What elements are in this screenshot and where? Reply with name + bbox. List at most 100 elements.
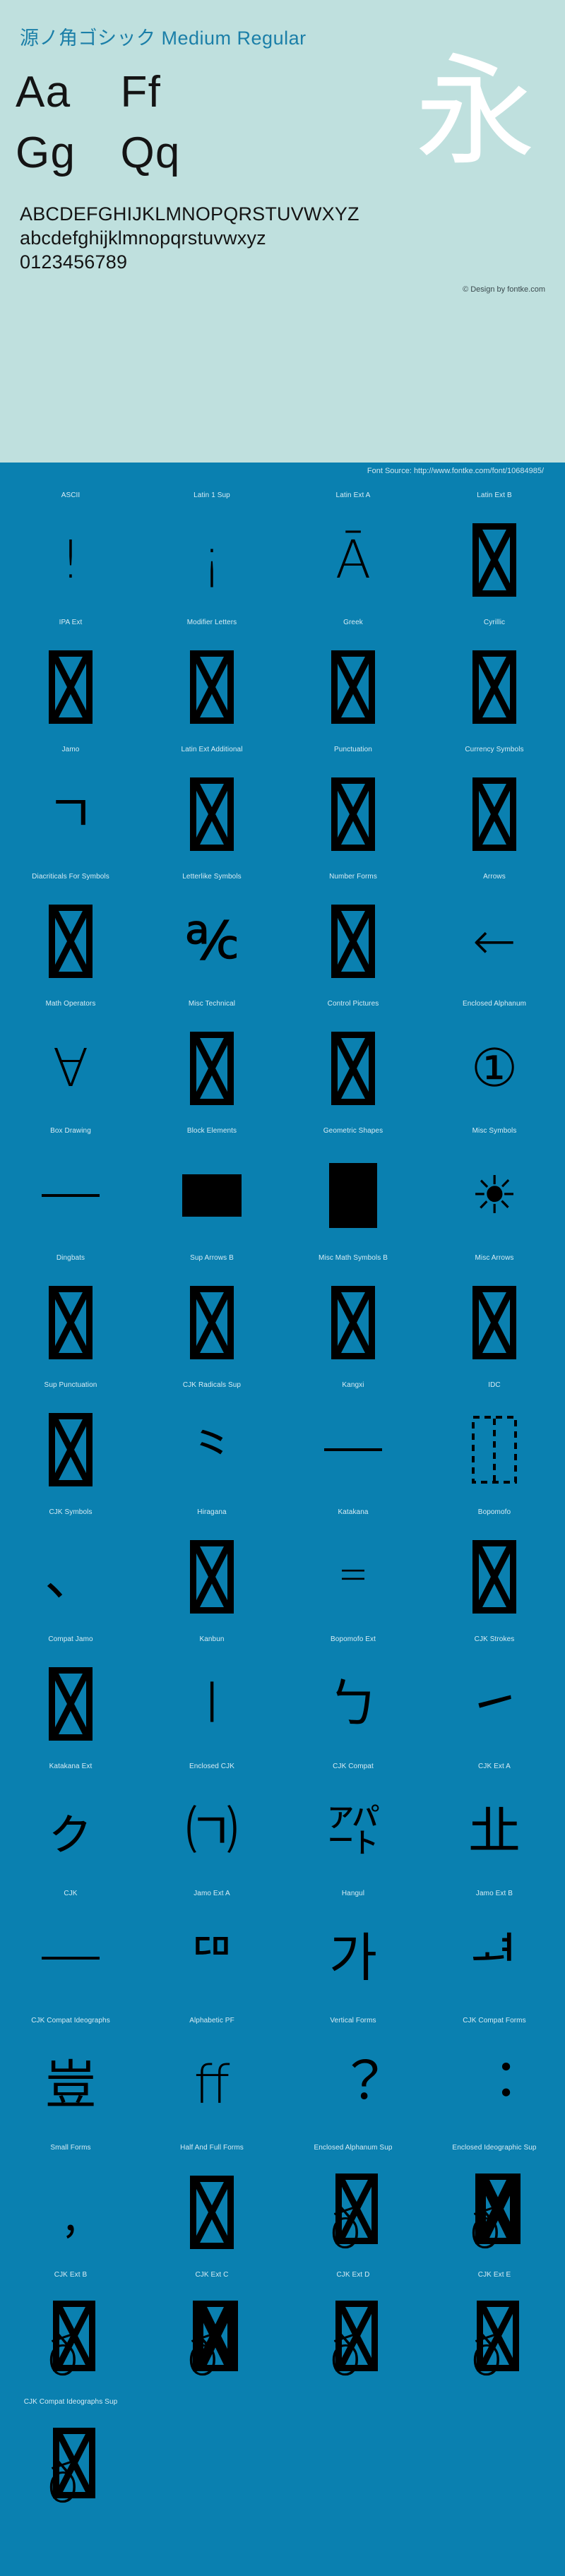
block-cell-currency-symbols[interactable]: Currency Symbols xyxy=(424,738,565,865)
block-cell-alphabetic-pf[interactable]: Alphabetic PF ﬀ xyxy=(141,2009,282,2136)
block-cell-katakana[interactable]: Katakana ゠ xyxy=(282,1501,424,1628)
block-cell-block-elements[interactable]: Block Elements xyxy=(141,1119,282,1246)
block-row: CJK Jamo Ext A ꥠ Hangul 가 Jamo Ext B ힰ xyxy=(0,1882,565,2009)
alphabet-lowercase: abcdefghijklmnopqrstuvwxyz xyxy=(20,227,266,249)
block-label: Currency Symbols xyxy=(465,746,524,753)
block-cell-cyrillic[interactable]: Cyrillic xyxy=(424,611,565,738)
block-label: Box Drawing xyxy=(50,1127,91,1135)
missing-glyph-box xyxy=(49,1286,93,1359)
block-cell-cjk-ext-a[interactable]: CJK Ext A 㐀 xyxy=(424,1755,565,1882)
block-cell-cjk-ext-c[interactable]: CJK Ext C ð xyxy=(141,2263,282,2390)
glyph-cluster: ð xyxy=(328,2301,379,2388)
block-cell-ascii[interactable]: ASCII! xyxy=(0,484,141,611)
block-cell-dingbats[interactable]: Dingbats xyxy=(0,1246,141,1373)
sample-glyph: Ā xyxy=(335,530,371,590)
block-sample-glyph xyxy=(285,763,421,865)
missing-glyph-box xyxy=(190,1032,234,1105)
horizontal-rule-glyph xyxy=(42,1194,100,1197)
block-cell-compat-jamo[interactable]: Compat Jamo xyxy=(0,1628,141,1755)
block-sample-glyph: ㈀ xyxy=(144,1780,280,1882)
block-sample-glyph xyxy=(285,890,421,992)
block-cell-letterlike-symbols[interactable]: Letterlike Symbols ℀ xyxy=(141,865,282,992)
block-cell-jamo[interactable]: Jamo ㄱ xyxy=(0,738,141,865)
block-label: Number Forms xyxy=(329,873,377,881)
block-cell-hiragana[interactable]: Hiragana xyxy=(141,1501,282,1628)
block-cell-enclosed-alphanum-sup[interactable]: Enclosed Alphanum Sup ð xyxy=(282,2136,424,2263)
block-label: Enclosed Alphanum Sup xyxy=(314,2144,393,2152)
block-sample-glyph xyxy=(144,1145,280,1246)
block-cell-box-drawing[interactable]: Box Drawing xyxy=(0,1119,141,1246)
sample-glyph: ㇀ xyxy=(468,1674,521,1734)
block-cell-greek[interactable]: Greek xyxy=(282,611,424,738)
block-cell-enclosed-alphanum[interactable]: Enclosed Alphanum ① xyxy=(424,992,565,1119)
block-cell-number-forms[interactable]: Number Forms xyxy=(282,865,424,992)
block-cell-geometric-shapes[interactable]: Geometric Shapes xyxy=(282,1119,424,1246)
block-sample-glyph xyxy=(3,1907,138,2009)
block-cell-misc-arrows[interactable]: Misc Arrows xyxy=(424,1246,565,1373)
block-cell-latin-ext-a[interactable]: Latin Ext A Ā xyxy=(282,484,424,611)
block-cell-cjk-radicals-sup[interactable]: CJK Radicals Sup ⺀ xyxy=(141,1373,282,1501)
block-cell-sup-arrows-b[interactable]: Sup Arrows B xyxy=(141,1246,282,1373)
block-cell-katakana-ext[interactable]: Katakana Ext ㇰ xyxy=(0,1755,141,1882)
block-sample-glyph: ﬀ xyxy=(144,2034,280,2136)
block-label: Hiragana xyxy=(197,1508,227,1516)
block-cell-kangxi[interactable]: Kangxi xyxy=(282,1373,424,1501)
block-cell-latin-ext-additional[interactable]: Latin Ext Additional xyxy=(141,738,282,865)
block-label: Enclosed CJK xyxy=(189,1763,234,1770)
block-cell-hangul[interactable]: Hangul 가 xyxy=(282,1882,424,2009)
block-cell-small-forms[interactable]: Small Forms ﹐ xyxy=(0,2136,141,2263)
missing-glyph-box xyxy=(190,1286,234,1359)
block-cell-modifier-letters[interactable]: Modifier Letters xyxy=(141,611,282,738)
block-cell-arrows[interactable]: Arrows ← xyxy=(424,865,565,992)
block-cell-vertical-forms[interactable]: Vertical Forms ︖ xyxy=(282,2009,424,2136)
block-cell-misc-math-symbols-b[interactable]: Misc Math Symbols B xyxy=(282,1246,424,1373)
block-cell-cjk-compat-ideographs[interactable]: CJK Compat Ideographs 豈 xyxy=(0,2009,141,2136)
block-sample-glyph: ð xyxy=(144,2289,280,2390)
block-cell-latin-ext-b[interactable]: Latin Ext B xyxy=(424,484,565,611)
font-specimen-page: 源ノ角ゴシック Medium Regular Aa Ff Gg Qq 永 ABC… xyxy=(0,0,565,2546)
missing-glyph-box xyxy=(480,2174,521,2244)
block-cell-cjk-compat-forms[interactable]: CJK Compat Forms ︓ xyxy=(424,2009,565,2136)
block-label: Latin 1 Sup xyxy=(194,491,230,499)
block-label: Geometric Shapes xyxy=(323,1127,383,1135)
block-label: Enclosed Alphanum xyxy=(462,1000,527,1008)
missing-glyph-box xyxy=(49,1413,93,1486)
block-sample-glyph: ð xyxy=(427,2289,562,2390)
block-cell-jamo-ext-b[interactable]: Jamo Ext B ힰ xyxy=(424,1882,565,2009)
glyph-cluster: ð xyxy=(186,2301,239,2388)
block-cell-cjk-ext-b[interactable]: CJK Ext B ð xyxy=(0,2263,141,2390)
block-row: Small Forms ﹐ Half And Full Forms Enclosed … xyxy=(0,2136,565,2263)
missing-glyph-box xyxy=(472,1286,516,1359)
block-cell-misc-symbols[interactable]: Misc Symbols ☀ xyxy=(424,1119,565,1246)
block-cell-control-pictures[interactable]: Control Pictures xyxy=(282,992,424,1119)
block-cell-cjk-strokes[interactable]: CJK Strokes ㇀ xyxy=(424,1628,565,1755)
block-cell-punctuation[interactable]: Punctuation xyxy=(282,738,424,865)
block-cell-bopomofo[interactable]: Bopomofo xyxy=(424,1501,565,1628)
block-cell-bopomofo-ext[interactable]: Bopomofo Ext ㄅ xyxy=(282,1628,424,1755)
block-cell-kanbun[interactable]: Kanbun ㆐ xyxy=(141,1628,282,1755)
block-cell-idc[interactable]: IDC xyxy=(424,1373,565,1501)
block-cell-jamo-ext-a[interactable]: Jamo Ext A ꥠ xyxy=(141,1882,282,2009)
block-cell-sup-punctuation[interactable]: Sup Punctuation xyxy=(0,1373,141,1501)
block-cell-latin-1-sup[interactable]: Latin 1 Sup ¡ xyxy=(141,484,282,611)
sample-glyph: ﬀ xyxy=(194,2055,230,2116)
block-label: Half And Full Forms xyxy=(180,2144,244,2152)
block-cell-diacriticals-for-symbols[interactable]: Diacriticals For Symbols xyxy=(0,865,141,992)
block-cell-math-operators[interactable]: Math Operators ∀ xyxy=(0,992,141,1119)
block-label: CJK Radicals Sup xyxy=(182,1381,242,1389)
block-sample-glyph: ㌀ xyxy=(285,1780,421,1882)
block-cell-enclosed-ideographic-sup[interactable]: Enclosed Ideographic Sup ð xyxy=(424,2136,565,2263)
block-cell-half-and-full-forms[interactable]: Half And Full Forms xyxy=(141,2136,282,2263)
font-source-link[interactable]: Font Source: http://www.fontke.com/font/… xyxy=(0,463,565,481)
block-cell-ipa-ext[interactable]: IPA Ext xyxy=(0,611,141,738)
block-cell-enclosed-cjk[interactable]: Enclosed CJK ㈀ xyxy=(141,1755,282,1882)
copyright-notice: © Design by fontke.com xyxy=(463,285,545,294)
block-cell-cjk-symbols[interactable]: CJK Symbols 、 xyxy=(0,1501,141,1628)
block-cell-misc-technical[interactable]: Misc Technical xyxy=(141,992,282,1119)
block-cell-cjk-compat[interactable]: CJK Compat ㌀ xyxy=(282,1755,424,1882)
block-sample-glyph: ð xyxy=(285,2161,421,2263)
block-label: CJK Compat xyxy=(333,1763,374,1770)
specimen-aa: Aa xyxy=(16,67,71,117)
block-sample-glyph xyxy=(427,509,562,611)
block-cell-cjk[interactable]: CJK xyxy=(0,1882,141,2009)
